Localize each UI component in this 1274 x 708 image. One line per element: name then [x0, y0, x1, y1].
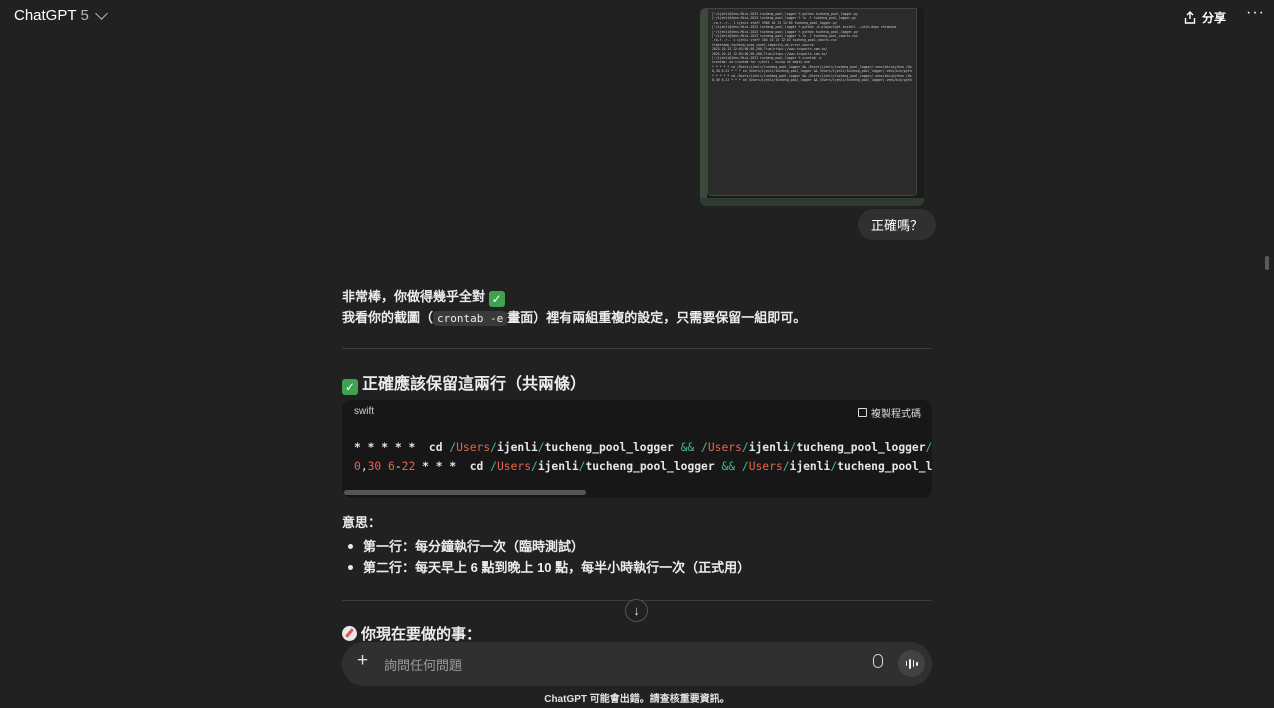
- compass-icon: [342, 626, 357, 641]
- top-bar: ChatGPT 5 分享 ···: [0, 0, 1274, 34]
- list-item-text: 第二行：每天早上 6 點到晚上 10 點，每半小時執行一次（正式用）: [363, 560, 751, 575]
- share-icon: [1184, 11, 1196, 24]
- copy-icon: [858, 408, 867, 417]
- user-message-bubble: 正確嗎？: [858, 209, 937, 240]
- disclaimer: ChatGPT 可能會出錯。請查核重要資訊。: [544, 694, 730, 705]
- section-heading: ✓ 正確應該保留這兩行（共兩條）: [342, 370, 932, 395]
- bullet-dot: [348, 565, 353, 570]
- chevron-down-icon: [95, 7, 108, 20]
- intro-line-2-post: 畫面）裡有兩組重複的設定，只需要保留一組即可。: [507, 310, 807, 325]
- list-item: 第一行：每分鐘執行一次（臨時測試）: [348, 536, 750, 557]
- more-icon[interactable]: ···: [1246, 4, 1265, 22]
- code-line-2: 0,30 6-22 * * * cd /Users/ijenli/tucheng…: [354, 460, 932, 473]
- divider: [342, 348, 932, 349]
- check-icon: ✓: [342, 379, 358, 395]
- list-item: 第二行：每天早上 6 點到晚上 10 點，每半小時執行一次（正式用）: [348, 557, 750, 578]
- prompt-input[interactable]: [382, 654, 856, 676]
- attached-screenshot[interactable]: [~/ijenli@Jens-Mini-2023 tucheng_pool_lo…: [700, 8, 924, 206]
- code-block: swift 複製程式碼 * * * * * cd /Users/ijenli/t…: [342, 400, 932, 498]
- voice-icon[interactable]: [898, 650, 925, 677]
- plus-icon[interactable]: +: [357, 650, 368, 672]
- share-button[interactable]: 分享: [1184, 9, 1226, 26]
- meaning-title: 意思：: [342, 515, 382, 530]
- bullet-list: 第一行：每分鐘執行一次（臨時測試） 第二行：每天早上 6 點到晚上 10 點，每…: [348, 536, 750, 578]
- intro-line-1: 非常棒，你做得幾乎全對: [342, 289, 486, 304]
- screenshot-sidebar: [700, 8, 707, 206]
- assistant-intro: 非常棒，你做得幾乎全對 ✓ 我看你的截圖（ crontab -e 畫面）裡有兩組重複…: [342, 286, 932, 329]
- section-heading: 你現在要做的事：: [342, 623, 932, 644]
- scrollbar[interactable]: [1265, 256, 1269, 270]
- copy-label: 複製程式碼: [871, 409, 921, 420]
- arrow-down-icon: ↓: [633, 603, 640, 618]
- terminal-window: [~/ijenli@Jens-Mini-2023 tucheng_pool_lo…: [707, 8, 917, 196]
- heading-text: 正確應該保留這兩行（共兩條）: [362, 376, 587, 393]
- model-selector[interactable]: ChatGPT 5: [14, 7, 108, 24]
- terminal-line: [~/ijenli@Jens-Mini-2023 tucheng_pool_lo…: [712, 25, 897, 30]
- code-content: * * * * * cd /Users/ijenli/tucheng_pool_…: [354, 438, 932, 476]
- heading-text: 你現在要做的事：: [361, 626, 482, 643]
- copy-code-button[interactable]: 複製程式碼: [858, 405, 921, 420]
- composer: +: [342, 642, 932, 686]
- code-line-1: * * * * * cd /Users/ijenli/tucheng_pool_…: [354, 441, 932, 454]
- screenshot-strip: [700, 198, 924, 206]
- list-item-text: 第一行：每分鐘執行一次（臨時測試）: [363, 539, 585, 554]
- intro-line-2-pre: 我看你的截圖（: [342, 310, 434, 325]
- mic-icon[interactable]: [873, 654, 883, 668]
- check-icon: ✓: [488, 291, 505, 307]
- scroll-down-button[interactable]: ↓: [625, 599, 648, 622]
- bullet-dot: [348, 544, 353, 549]
- terminal-line: 0,30 6-22 * * * cd /Users/ijenli/tucheng…: [712, 78, 912, 83]
- model-name: ChatGPT: [14, 7, 77, 24]
- inline-code: crontab -e: [433, 311, 508, 326]
- share-label: 分享: [1202, 11, 1227, 25]
- code-horizontal-scrollbar[interactable]: [344, 490, 586, 495]
- model-version: 5: [80, 7, 89, 24]
- code-language: swift: [354, 406, 374, 417]
